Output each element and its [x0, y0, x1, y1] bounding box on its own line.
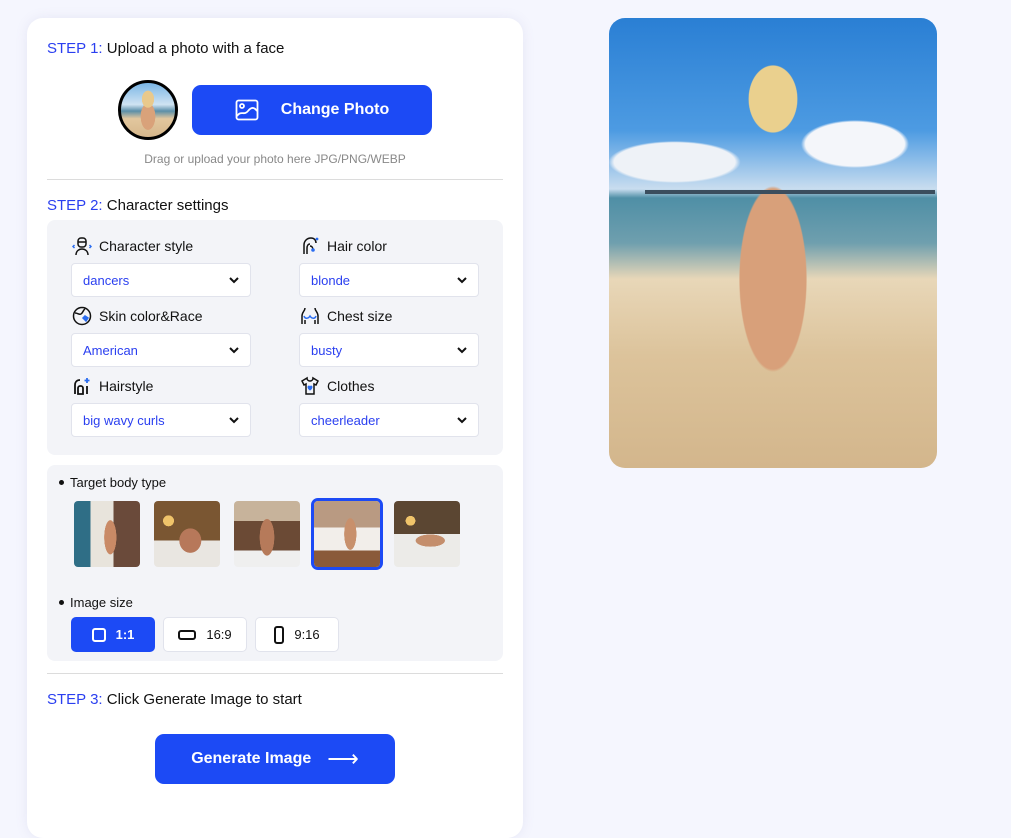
hair-color-select[interactable]: blonde [299, 263, 479, 297]
size-option-16-9[interactable]: 16:9 [163, 617, 247, 652]
character-style-value: dancers [83, 272, 130, 288]
body-type-options [71, 498, 463, 570]
step3-heading: STEP 3: Click Generate Image to start [47, 691, 302, 708]
character-style-icon [71, 235, 93, 257]
chest-size-select[interactable]: busty [299, 333, 479, 367]
character-style-label: Character style [99, 238, 194, 254]
size-option-label: 1:1 [115, 627, 135, 642]
square-icon [91, 627, 106, 642]
body-type-option-selected[interactable] [311, 498, 383, 570]
skin-race-icon [71, 305, 93, 327]
image-size-heading: Image size [59, 595, 133, 610]
image-size-options: 1:1 16:9 9:16 [71, 617, 339, 652]
target-body-type-label: Target body type [70, 475, 167, 490]
skin-race-select[interactable]: American [71, 333, 251, 367]
change-photo-label: Change Photo [280, 101, 390, 118]
pier-shape [645, 190, 935, 194]
arrow-right-icon: ⟶ [327, 746, 359, 771]
size-option-9-16[interactable]: 9:16 [255, 617, 339, 652]
skin-race-label: Skin color&Race [99, 308, 203, 324]
portrait-icon [274, 625, 285, 644]
skin-race-value: American [83, 342, 138, 358]
character-settings-panel: Character style dancers Hair color blond… [47, 220, 503, 455]
change-photo-button[interactable]: Change Photo [192, 85, 432, 135]
hairstyle-select[interactable]: big wavy curls [71, 403, 251, 437]
skin-race-field: Skin color&Race American [71, 305, 251, 367]
chest-size-icon [299, 305, 321, 327]
upload-hint: Drag or upload your photo here JPG/PNG/W… [144, 152, 406, 166]
divider [47, 179, 503, 180]
clothes-label: Clothes [327, 378, 375, 394]
step2-number: STEP 2: [47, 197, 103, 214]
hairstyle-icon [71, 375, 93, 397]
character-style-select[interactable]: dancers [71, 263, 251, 297]
image-icon [235, 99, 259, 121]
uploaded-photo-avatar[interactable] [118, 80, 178, 140]
hair-color-value: blonde [311, 272, 351, 288]
chest-size-value: busty [311, 342, 343, 358]
chevron-down-icon [228, 274, 240, 286]
step3-title: Click Generate Image to start [106, 691, 302, 708]
chevron-down-icon [456, 344, 468, 356]
chevron-down-icon [228, 414, 240, 426]
step1-title: Upload a photo with a face [106, 40, 285, 57]
body-type-option[interactable] [151, 498, 223, 570]
generate-image-button[interactable]: Generate Image ⟶ [155, 734, 395, 784]
size-option-1-1[interactable]: 1:1 [71, 617, 155, 652]
body-type-option[interactable] [231, 498, 303, 570]
bullet-icon [59, 600, 64, 605]
body-type-option[interactable] [391, 498, 463, 570]
step1-number: STEP 1: [47, 40, 103, 57]
clothes-icon [299, 375, 321, 397]
size-option-label: 9:16 [294, 627, 320, 642]
clothes-select[interactable]: cheerleader [299, 403, 479, 437]
character-style-field: Character style dancers [71, 235, 251, 297]
size-option-label: 16:9 [206, 627, 232, 642]
image-size-label: Image size [70, 595, 133, 610]
body-and-size-panel: Target body type Image size 1:1 16:9 9:1… [47, 465, 503, 661]
hair-color-icon [299, 235, 321, 257]
chest-size-field: Chest size busty [299, 305, 479, 367]
clothes-field: Clothes cheerleader [299, 375, 479, 437]
result-preview-image [609, 18, 937, 468]
divider [47, 673, 503, 674]
hair-color-label: Hair color [327, 238, 387, 254]
chevron-down-icon [456, 414, 468, 426]
step2-heading: STEP 2: Character settings [47, 197, 229, 214]
hairstyle-label: Hairstyle [99, 378, 154, 394]
generator-card: STEP 1: Upload a photo with a face Chang… [27, 18, 523, 838]
clothes-value: cheerleader [311, 412, 380, 428]
landscape-icon [178, 629, 197, 640]
step1-heading: STEP 1: Upload a photo with a face [47, 40, 284, 57]
body-type-option[interactable] [71, 498, 143, 570]
step3-number: STEP 3: [47, 691, 103, 708]
hairstyle-value: big wavy curls [83, 412, 165, 428]
bullet-icon [59, 480, 64, 485]
generate-image-label: Generate Image [191, 750, 312, 767]
chevron-down-icon [228, 344, 240, 356]
step2-title: Character settings [106, 197, 229, 214]
chevron-down-icon [456, 274, 468, 286]
target-body-type-heading: Target body type [59, 475, 166, 490]
upload-row: Change Photo [118, 80, 432, 140]
chest-size-label: Chest size [327, 308, 393, 324]
hair-color-field: Hair color blonde [299, 235, 479, 297]
hairstyle-field: Hairstyle big wavy curls [71, 375, 251, 437]
